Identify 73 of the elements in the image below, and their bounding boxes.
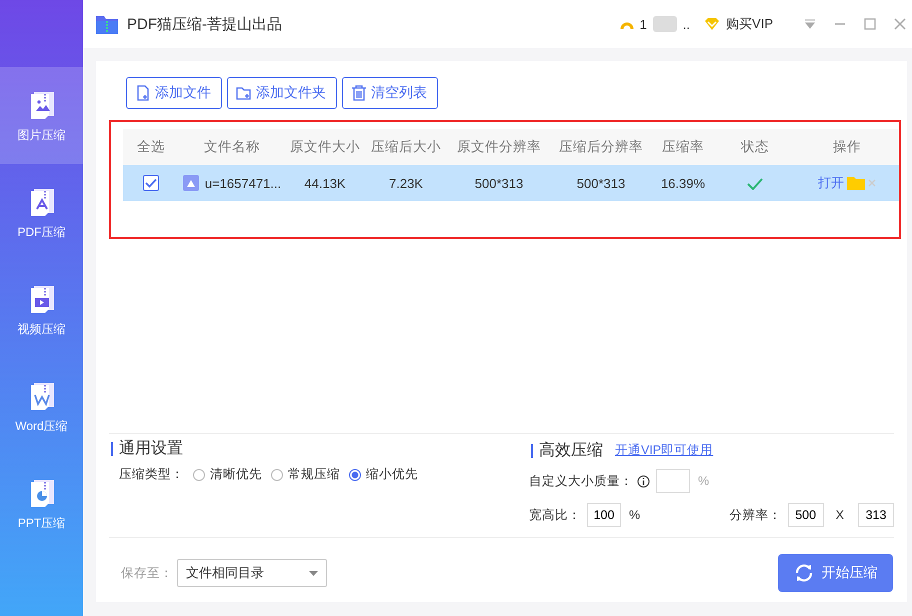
sidebar-item[interactable]: 图片压缩 bbox=[0, 67, 83, 164]
document-icon bbox=[30, 479, 54, 507]
column-header: 压缩率 bbox=[661, 138, 705, 156]
field-label: 宽高比： bbox=[529, 506, 581, 524]
field-label: 保存至： bbox=[121, 564, 173, 582]
sidebar-item[interactable]: PPT压缩 bbox=[0, 455, 83, 552]
input-field[interactable]: 313 bbox=[858, 503, 894, 527]
field-label: 自定义大小质量： bbox=[529, 472, 633, 490]
document-icon bbox=[30, 285, 54, 313]
window-title: PDF猫压缩-菩提山出品 bbox=[127, 14, 282, 34]
table-cell-text: 7.23K bbox=[388, 176, 424, 190]
dropdown-icon[interactable] bbox=[803, 17, 817, 31]
refresh-icon bbox=[794, 563, 814, 583]
table-cell-text: 44.13K bbox=[303, 176, 347, 190]
column-header: 操作 bbox=[832, 138, 862, 156]
image-icon bbox=[182, 175, 199, 191]
close-icon[interactable] bbox=[868, 179, 876, 187]
toolbar-button[interactable]: 添加文件夹 bbox=[227, 77, 337, 109]
sidebar-item[interactable]: PDF压缩 bbox=[0, 164, 83, 261]
folder-icon bbox=[95, 13, 119, 35]
file-icon bbox=[135, 85, 151, 101]
table-row[interactable]: u=1657471... 44.13K 7.23K 500*313 500*313 16.39% 打开 bbox=[123, 165, 899, 201]
close-icon[interactable] bbox=[893, 17, 907, 31]
buy-vip-link[interactable]: 购买VIP bbox=[726, 15, 773, 33]
redaction-block bbox=[652, 16, 677, 32]
column-header: 文件名称 bbox=[203, 138, 261, 156]
folder-icon bbox=[236, 85, 252, 101]
input-field[interactable] bbox=[656, 469, 690, 493]
section-title: 通用设置 bbox=[111, 442, 529, 456]
radio-button[interactable] bbox=[349, 468, 361, 480]
sidebar-item[interactable]: 视频压缩 bbox=[0, 261, 83, 358]
separator-label: X bbox=[836, 508, 844, 522]
toolbar-button[interactable]: 清空列表 bbox=[342, 77, 438, 109]
save-dropdown[interactable]: 文件相同目录 bbox=[177, 559, 327, 587]
column-header: 原文件大小 bbox=[289, 138, 361, 156]
column-header: 压缩后大小 bbox=[370, 138, 442, 156]
column-header: 压缩后分辨率 bbox=[558, 138, 644, 156]
column-header[interactable]: 全选 bbox=[123, 138, 179, 156]
document-icon bbox=[30, 91, 54, 119]
field-label: 分辨率： bbox=[730, 506, 782, 524]
check-icon bbox=[145, 178, 157, 188]
user-name: 1 bbox=[640, 16, 647, 32]
info-icon bbox=[637, 474, 650, 488]
document-icon bbox=[30, 188, 54, 216]
diamond-icon bbox=[704, 17, 720, 31]
file-name: u=1657471... bbox=[204, 176, 282, 190]
table-cell-text: 16.39% bbox=[660, 176, 706, 190]
radio-label[interactable]: 缩小优先 bbox=[366, 466, 418, 483]
vip-link[interactable]: 开通VIP即可使用 bbox=[615, 442, 714, 459]
input-field[interactable]: 500 bbox=[788, 503, 824, 527]
open-link[interactable]: 打开 bbox=[818, 174, 844, 192]
column-header: 原文件分辨率 bbox=[456, 138, 542, 156]
unit-label: % bbox=[698, 474, 710, 488]
radio-button[interactable] bbox=[193, 468, 205, 480]
radio-label[interactable]: 清晰优先 bbox=[210, 466, 262, 483]
radio-label[interactable]: 常规压缩 bbox=[288, 466, 340, 483]
radio-button[interactable] bbox=[271, 468, 283, 480]
input-field[interactable]: 100 bbox=[587, 503, 621, 527]
table-cell-text: 500*313 bbox=[474, 176, 524, 190]
field-label: 压缩类型： bbox=[119, 466, 184, 483]
start-button[interactable]: 开始压缩 bbox=[778, 554, 893, 592]
trash-icon bbox=[351, 85, 367, 101]
sidebar-item[interactable]: Word压缩 bbox=[0, 358, 83, 455]
caret-icon bbox=[309, 570, 318, 576]
checkbox[interactable] bbox=[143, 175, 159, 192]
table-cell-text: 500*313 bbox=[576, 176, 626, 190]
unit-label: % bbox=[629, 508, 640, 522]
document-icon bbox=[30, 382, 54, 410]
maximize-icon[interactable] bbox=[863, 17, 877, 31]
user-name-ellipsis: .. bbox=[682, 16, 690, 32]
section-title: 高效压缩 bbox=[531, 444, 603, 458]
toolbar-button[interactable]: 添加文件 bbox=[126, 77, 222, 109]
column-header: 状态 bbox=[740, 138, 770, 156]
